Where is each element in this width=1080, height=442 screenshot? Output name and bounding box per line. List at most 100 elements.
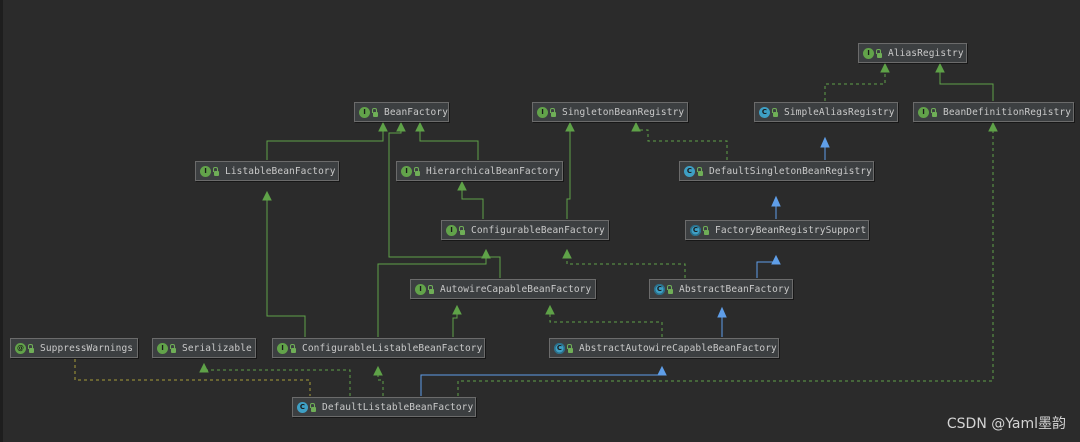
- arrowhead-beanfactory-1: [378, 121, 388, 132]
- node-suppress-warnings[interactable]: @ SuppressWarnings: [10, 338, 138, 358]
- arrowhead-factorysupport: [771, 254, 781, 265]
- arrowhead-beanfactory-3: [396, 121, 406, 132]
- edge-configurable-to-singleton: [566, 123, 571, 219]
- public-icon: [213, 166, 220, 176]
- arrowhead-abstractautowire: [657, 365, 667, 376]
- public-icon: [567, 343, 574, 353]
- public-icon: [170, 343, 177, 353]
- arrowhead-singleton-2: [631, 121, 641, 132]
- node-label: DefaultListableBeanFactory: [322, 401, 474, 413]
- node-label: AliasRegistry: [888, 47, 964, 59]
- node-label: ConfigurableListableBeanFactory: [302, 342, 483, 354]
- edge-defaultsingleton-to-singleton: [635, 123, 728, 160]
- interface-icon: I: [415, 283, 426, 295]
- arrowhead-alias-2: [935, 62, 945, 73]
- public-icon: [414, 166, 421, 176]
- public-icon: [28, 343, 35, 353]
- interface-icon: I: [446, 224, 457, 236]
- arrowhead-autowire-2: [545, 304, 555, 315]
- edge-abstractbean-to-factorysupport: [756, 256, 777, 278]
- public-icon: [667, 284, 674, 294]
- node-bean-definition-registry[interactable]: I BeanDefinitionRegistry: [913, 102, 1074, 122]
- public-icon: [310, 402, 317, 412]
- public-icon: [372, 107, 379, 117]
- arrowhead-beanfactory-2: [415, 121, 425, 132]
- node-label: BeanFactory: [384, 106, 449, 118]
- node-label: SuppressWarnings: [40, 342, 134, 354]
- node-label: FactoryBeanRegistrySupport: [715, 224, 867, 236]
- node-label: SingletonBeanRegistry: [562, 106, 685, 118]
- arrowhead-defaultsingleton: [771, 195, 781, 207]
- interface-icon: I: [537, 106, 548, 118]
- node-alias-registry[interactable]: I AliasRegistry: [858, 43, 967, 63]
- node-label: SimpleAliasRegistry: [784, 106, 895, 118]
- public-icon: [703, 225, 710, 235]
- edge-beandefinition-to-alias: [939, 64, 994, 101]
- arrowhead-simplealias: [820, 136, 830, 148]
- node-listable-bean-factory[interactable]: I ListableBeanFactory: [195, 161, 339, 181]
- edge-simplealias-to-alias: [824, 64, 886, 101]
- public-icon: [931, 107, 938, 117]
- annotation-icon: @: [15, 342, 26, 354]
- node-label: HierarchicalBeanFactory: [426, 165, 560, 177]
- interface-icon: I: [277, 342, 288, 354]
- edge-configlistable-to-listable: [266, 192, 306, 337]
- class-icon: C: [297, 401, 308, 413]
- interface-icon: I: [401, 165, 412, 177]
- interface-icon: I: [918, 106, 929, 118]
- node-label: ListableBeanFactory: [225, 165, 336, 177]
- edge-hierarchical-to-beanfactory: [419, 123, 479, 160]
- arrowhead-configurable-2: [481, 248, 491, 259]
- class-icon: C: [684, 165, 695, 177]
- node-label: AbstractAutowireCapableBeanFactory: [579, 342, 777, 354]
- public-icon: [550, 107, 557, 117]
- node-label: AbstractBeanFactory: [679, 283, 790, 295]
- arrowhead-configlistable: [373, 365, 383, 376]
- interface-icon: I: [359, 106, 370, 118]
- node-default-singleton-bean-registry[interactable]: C DefaultSingletonBeanRegistry: [679, 161, 874, 181]
- node-default-listable-bean-factory[interactable]: C DefaultListableBeanFactory: [292, 397, 476, 417]
- node-simple-alias-registry[interactable]: C SimpleAliasRegistry: [754, 102, 898, 122]
- public-icon: [772, 107, 779, 117]
- class-icon: C: [759, 106, 770, 118]
- interface-icon: I: [200, 165, 211, 177]
- node-hierarchical-bean-factory[interactable]: I HierarchicalBeanFactory: [396, 161, 563, 181]
- public-icon: [428, 284, 435, 294]
- arrowhead-autowire-1: [452, 304, 462, 315]
- abstract-class-icon: C: [554, 342, 565, 354]
- arrowhead-alias-1: [880, 62, 890, 73]
- edge-abstractbean-to-configurable: [566, 250, 686, 278]
- node-autowire-capable-bean-factory[interactable]: I AutowireCapableBeanFactory: [410, 279, 596, 299]
- arrowhead-beandefinition: [988, 121, 998, 132]
- interface-icon: I: [157, 342, 168, 354]
- abstract-class-icon: C: [654, 283, 665, 295]
- node-abstract-bean-factory[interactable]: C AbstractBeanFactory: [649, 279, 793, 299]
- arrowhead-hierarchical: [457, 180, 467, 191]
- node-label: DefaultSingletonBeanRegistry: [709, 165, 872, 177]
- node-configurable-listable-bean-factory[interactable]: I ConfigurableListableBeanFactory: [272, 338, 485, 358]
- node-abstract-autowire-capable-bean-factory[interactable]: C AbstractAutowireCapableBeanFactory: [549, 338, 779, 358]
- edge-suppress-to-default: [74, 359, 311, 396]
- public-icon: [697, 166, 704, 176]
- arrowhead-singleton-1: [565, 121, 575, 132]
- node-label: BeanDefinitionRegistry: [943, 106, 1072, 118]
- arrowhead-configurable-1: [562, 248, 572, 259]
- edge-abstractautowire-to-autowire: [549, 306, 663, 337]
- public-icon: [459, 225, 466, 235]
- arrowhead-abstractbean: [717, 306, 727, 318]
- public-icon: [876, 48, 883, 58]
- node-label: AutowireCapableBeanFactory: [440, 283, 592, 295]
- edge-listable-to-beanfactory: [266, 123, 384, 160]
- abstract-class-icon: C: [690, 224, 701, 236]
- node-serializable[interactable]: I Serializable: [152, 338, 256, 358]
- node-label: Serializable: [182, 342, 252, 354]
- node-factory-bean-registry-support[interactable]: C FactoryBeanRegistrySupport: [685, 220, 869, 240]
- watermark: CSDN @Yaml墨韵: [946, 416, 1066, 432]
- arrowhead-serializable: [199, 362, 209, 373]
- node-bean-factory[interactable]: I BeanFactory: [354, 102, 449, 122]
- node-label: ConfigurableBeanFactory: [471, 224, 605, 236]
- arrowhead-listable: [262, 190, 272, 201]
- public-icon: [290, 343, 297, 353]
- node-singleton-bean-registry[interactable]: I SingletonBeanRegistry: [532, 102, 688, 122]
- node-configurable-bean-factory[interactable]: I ConfigurableBeanFactory: [441, 220, 609, 240]
